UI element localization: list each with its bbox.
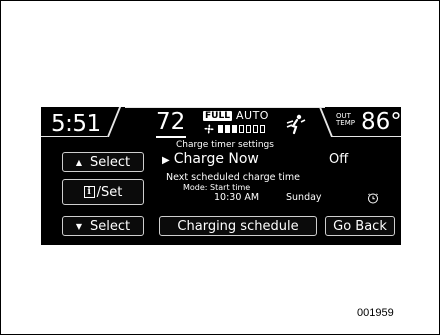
fan-speed-bar <box>225 125 230 133</box>
set-temperature[interactable]: 72 <box>156 109 185 135</box>
fan-speed-bar <box>232 125 237 133</box>
next-schedule-label: Next scheduled charge time <box>166 172 300 183</box>
charge-now-label: Charge Now <box>173 151 259 167</box>
info-icon: i <box>83 186 95 198</box>
outside-temp-label: OUT TEMP <box>336 113 355 127</box>
infotainment-display: 5:51 72 FULL AUTO OUT TEMP 86°F <box>41 107 401 245</box>
clock: 5:51 <box>51 111 101 137</box>
charging-schedule-button[interactable]: Charging schedule <box>159 216 317 236</box>
fan-speed-bars <box>218 125 265 133</box>
mode-label: Mode: Start time <box>183 183 251 192</box>
status-bar-divider <box>318 107 334 137</box>
select-up-label: Select <box>90 154 131 170</box>
select-up-button[interactable]: ▲ Select <box>62 152 144 172</box>
charging-schedule-label: Charging schedule <box>177 218 299 234</box>
fan-icon <box>204 124 214 134</box>
fan-speed-bar <box>239 125 244 133</box>
play-icon: ▶ <box>162 155 170 166</box>
status-bar-divider <box>106 107 122 137</box>
charge-now-item[interactable]: ▶ Charge Now <box>162 151 259 167</box>
info-set-button[interactable]: i /Set <box>62 179 144 205</box>
fan-speed-bar <box>260 125 265 133</box>
select-down-label: Select <box>90 218 131 234</box>
figure-frame: 5:51 72 FULL AUTO OUT TEMP 86°F <box>0 0 440 335</box>
set-temperature-underline <box>156 136 186 138</box>
clock-icon <box>368 193 378 204</box>
airflow-icon[interactable] <box>285 113 307 135</box>
status-bar-divider <box>331 136 401 137</box>
climate-mode-label: AUTO <box>236 109 269 122</box>
down-triangle-icon: ▼ <box>75 221 83 231</box>
go-back-label: Go Back <box>333 218 387 234</box>
charge-now-state: Off <box>329 152 349 167</box>
scheduled-time: 10:30 AM <box>214 192 260 203</box>
panel-heading: Charge timer settings <box>176 140 274 150</box>
go-back-button[interactable]: Go Back <box>325 216 395 236</box>
status-bar-divider <box>41 136 107 137</box>
up-triangle-icon: ▲ <box>75 157 83 167</box>
fan-speed-bar <box>246 125 251 133</box>
info-set-label: /Set <box>96 184 123 200</box>
status-bar-divider <box>125 107 325 108</box>
fan-speed-bar <box>218 125 223 133</box>
outside-label-line: TEMP <box>336 119 355 127</box>
fan-mode-badge: FULL <box>203 111 232 121</box>
fan-speed-bar <box>253 125 258 133</box>
scheduled-day: Sunday <box>286 192 322 203</box>
figure-number: 001959 <box>357 307 394 319</box>
outside-temperature: 86°F <box>361 109 401 135</box>
select-down-button[interactable]: ▼ Select <box>62 216 144 236</box>
